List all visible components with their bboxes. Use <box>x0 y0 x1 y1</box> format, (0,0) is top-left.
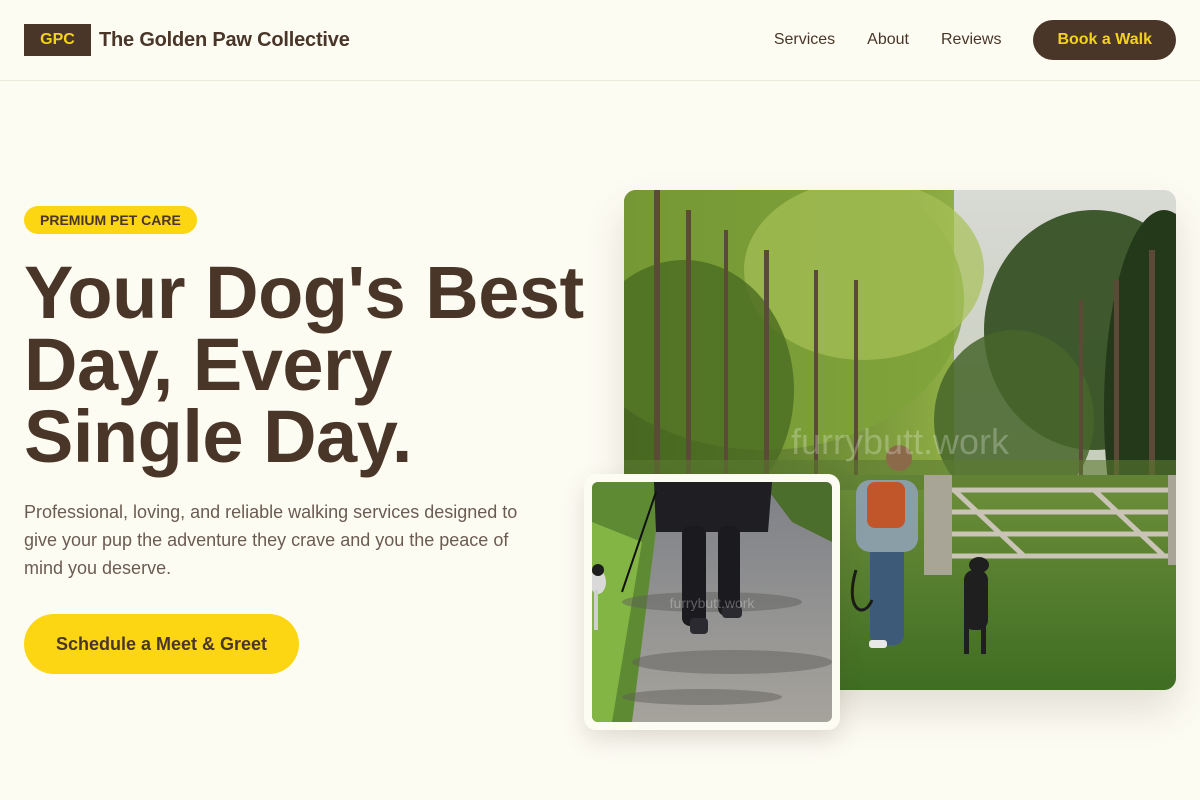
nav-link-services[interactable]: Services <box>774 31 835 49</box>
brand[interactable]: GPC The Golden Paw Collective <box>24 24 350 56</box>
gravel-path-image: furrybutt.work <box>592 482 832 722</box>
inset-photo-frame: furrybutt.work <box>584 474 840 730</box>
inset-photo-watermark: furrybutt.work <box>670 595 756 611</box>
main-nav: Services About Reviews Book a Walk <box>774 20 1176 60</box>
hero-description: Professional, loving, and reliable walki… <box>24 502 518 578</box>
nav-link-about[interactable]: About <box>867 31 909 49</box>
inset-walk-photo: furrybutt.work <box>592 482 832 722</box>
hero-title: Your Dog's Best Day, Every Single Day. <box>24 256 604 474</box>
main-photo-watermark: furrybutt.work <box>791 421 1010 462</box>
schedule-meet-greet-button[interactable]: Schedule a Meet & Greet <box>24 614 299 674</box>
premium-badge: PREMIUM PET CARE <box>24 206 197 234</box>
logo-mark[interactable]: GPC <box>24 24 91 56</box>
hero-title-line-3: Single Day. <box>24 395 412 478</box>
nav-link-reviews[interactable]: Reviews <box>941 31 1001 49</box>
site-header: GPC The Golden Paw Collective Services A… <box>0 0 1200 81</box>
hero-title-line-2: Day, Every <box>24 323 393 406</box>
book-walk-button[interactable]: Book a Walk <box>1033 20 1176 60</box>
hero-title-line-1: Your Dog's Best <box>24 251 584 334</box>
brand-name[interactable]: The Golden Paw Collective <box>99 29 350 52</box>
